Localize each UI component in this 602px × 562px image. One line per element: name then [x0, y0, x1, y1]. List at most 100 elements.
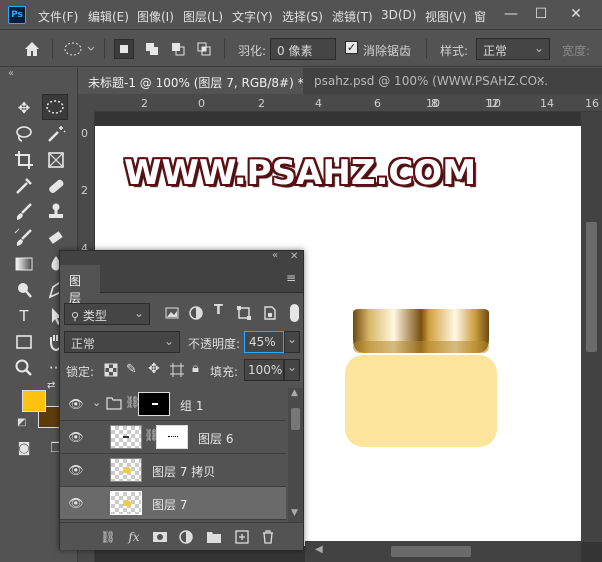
panel-menu-icon[interactable]: ≡	[286, 271, 296, 285]
tab-untitled-1[interactable]: 未标题-1 @ 100% (图层 7, RGB/8#) *	[78, 68, 304, 94]
quick-mask-icon[interactable]: ◙	[11, 436, 37, 462]
delete-layer-icon[interactable]	[260, 529, 276, 545]
close-window-button[interactable]: ✕	[565, 4, 587, 24]
filter-adjustment-icon[interactable]	[188, 305, 204, 321]
subtract-selection-icon[interactable]	[168, 39, 188, 59]
history-brush-icon[interactable]	[11, 225, 37, 251]
layer-row-group1[interactable]: 👁︎ ⌄ ⛓︎ 组 1	[60, 388, 286, 421]
filter-toggle[interactable]	[290, 304, 299, 322]
marquee-preset-icon[interactable]	[62, 39, 96, 59]
close-tab-icon[interactable]: ✕	[536, 74, 545, 87]
layer-list-scrollbar[interactable]: ▲ ▼	[288, 388, 303, 522]
restore-button[interactable]: ☐	[530, 4, 552, 24]
collapse-icon[interactable]: «	[8, 68, 14, 79]
style-select[interactable]: 正常 ⌄	[476, 38, 550, 60]
intersect-selection-icon[interactable]	[194, 39, 214, 59]
gradient-tool-icon[interactable]	[11, 251, 37, 277]
menu-view[interactable]: 视图(V)	[425, 8, 467, 25]
menu-layer[interactable]: 图层(L)	[183, 8, 223, 25]
visibility-eye-icon[interactable]: 👁︎	[68, 496, 84, 510]
layer-thumbnail[interactable]	[110, 491, 142, 515]
menu-file[interactable]: 文件(F)	[38, 8, 78, 25]
menu-bar: Ps 文件(F) 编辑(E) 图像(I) 图层(L) 文字(Y) 选择(S) 滤…	[0, 0, 602, 30]
opacity-input[interactable]: 45%	[244, 331, 284, 353]
filter-smartobject-icon[interactable]	[262, 305, 278, 321]
visibility-eye-icon[interactable]: 👁︎	[68, 397, 84, 411]
healing-brush-icon[interactable]	[43, 173, 69, 199]
layers-panel: « ✕ 图层 ≡ ⚲ 类型 ⌄ T 正常 ⌄ 不透明度: 45% ⌄ 锁定: ✎…	[59, 250, 304, 550]
antialias-checkbox[interactable]: ✓	[345, 41, 358, 54]
group-mask-thumbnail[interactable]	[138, 392, 170, 416]
tab-layers[interactable]: 图层	[60, 265, 100, 305]
new-adjustment-icon[interactable]	[178, 529, 194, 545]
layer-thumbnail[interactable]	[110, 425, 142, 449]
lock-all-icon[interactable]: 🔒︎	[192, 361, 199, 376]
magic-wand-tool-icon[interactable]	[43, 121, 69, 147]
frame-tool-icon[interactable]	[43, 147, 69, 173]
lasso-tool-icon[interactable]	[11, 121, 37, 147]
horizontal-scrollbar[interactable]: ◀	[305, 541, 581, 562]
panel-close-icon[interactable]: ✕	[290, 251, 298, 262]
eraser-tool-icon[interactable]	[43, 225, 69, 251]
layer-thumbnail[interactable]	[110, 458, 142, 482]
fx-icon[interactable]: fx	[126, 529, 142, 545]
visibility-eye-icon[interactable]: 👁︎	[68, 463, 84, 477]
default-colors-icon[interactable]: ◩	[17, 417, 26, 428]
panel-collapse-icon[interactable]: «	[272, 250, 278, 261]
tab-psahz-psd[interactable]: psahz.psd @ 100% (WWW.PSAHZ.CO...	[304, 68, 554, 94]
new-layer-icon[interactable]	[234, 529, 250, 545]
lock-position-icon[interactable]: ✥	[148, 361, 160, 377]
foreground-color-swatch[interactable]	[22, 390, 46, 412]
layer-row-layer7-copy[interactable]: 👁︎ 图层 7 拷贝	[60, 454, 286, 487]
filter-pixel-icon[interactable]	[164, 305, 180, 321]
menu-filter[interactable]: 滤镜(T)	[332, 8, 373, 25]
eyedropper-tool-icon[interactable]	[11, 173, 37, 199]
elliptical-marquee-tool-icon[interactable]	[42, 94, 68, 120]
menu-window[interactable]: 窗	[474, 8, 486, 25]
new-selection-icon[interactable]	[114, 39, 134, 59]
fill-input[interactable]: 100%	[244, 359, 284, 381]
menu-image[interactable]: 图像(I)	[137, 8, 174, 25]
lock-transparent-icon[interactable]	[104, 363, 118, 377]
filter-kind-select[interactable]: ⚲ 类型 ⌄	[64, 303, 150, 325]
layer-list-scroll-thumb[interactable]	[291, 408, 300, 430]
move-tool-icon[interactable]: ✥	[11, 95, 37, 121]
add-selection-icon[interactable]	[142, 39, 162, 59]
minimize-button[interactable]: —	[500, 4, 522, 24]
lock-paint-icon[interactable]: ✎	[126, 362, 137, 377]
layer-row-layer7[interactable]: 👁︎ 图层 7	[60, 487, 286, 520]
layer-row-layer6[interactable]: 👁︎ ⛓︎ 图层 6	[60, 421, 286, 454]
add-mask-icon[interactable]	[152, 529, 168, 545]
menu-select[interactable]: 选择(S)	[282, 8, 323, 25]
menu-3d[interactable]: 3D(D)	[381, 8, 416, 22]
type-tool-icon[interactable]: T	[11, 303, 37, 329]
menu-edit[interactable]: 编辑(E)	[88, 8, 129, 25]
dodge-tool-icon[interactable]	[11, 277, 37, 303]
menu-type[interactable]: 文字(Y)	[232, 8, 273, 25]
brush-tool-icon[interactable]	[11, 199, 37, 225]
rectangle-tool-icon[interactable]	[11, 329, 37, 355]
blend-mode-select[interactable]: 正常 ⌄	[64, 331, 180, 353]
vertical-scroll-thumb[interactable]	[586, 222, 597, 352]
stamp-tool-icon[interactable]	[43, 199, 69, 225]
opacity-dropdown-icon[interactable]: ⌄	[284, 331, 300, 353]
home-icon[interactable]	[22, 39, 42, 59]
scroll-up-icon[interactable]: ▲	[291, 388, 298, 398]
feather-input[interactable]: 0 像素	[270, 38, 336, 60]
zoom-tool-icon[interactable]	[11, 355, 37, 381]
horizontal-scroll-thumb[interactable]	[391, 546, 471, 557]
filter-shape-icon[interactable]	[236, 305, 252, 321]
chevron-down-icon[interactable]: ⌄	[92, 396, 101, 409]
link-layers-icon[interactable]: ⛓︎	[100, 529, 116, 545]
layer-mask-thumbnail[interactable]	[156, 425, 188, 449]
scroll-left-icon[interactable]: ◀	[315, 544, 323, 555]
filter-type-icon[interactable]: T	[214, 303, 223, 318]
crop-tool-icon[interactable]	[11, 147, 37, 173]
new-group-icon[interactable]	[206, 529, 222, 545]
visibility-eye-icon[interactable]: 👁︎	[68, 430, 84, 444]
vertical-scrollbar[interactable]	[581, 112, 602, 542]
fill-dropdown-icon[interactable]: ⌄	[284, 359, 300, 381]
scroll-down-icon[interactable]: ▼	[291, 508, 298, 518]
lock-artboard-icon[interactable]	[170, 363, 184, 377]
swap-colors-icon[interactable]: ⇄	[47, 380, 55, 391]
